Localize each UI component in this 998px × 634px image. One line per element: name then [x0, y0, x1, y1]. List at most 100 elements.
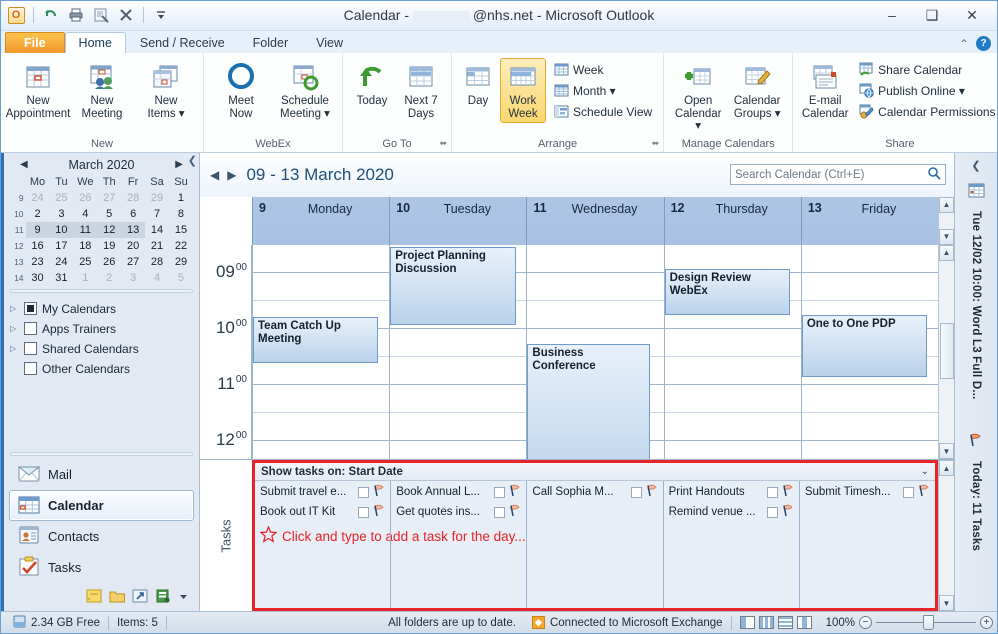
minical-day[interactable]: 22 [169, 238, 193, 254]
minical-day[interactable]: 17 [49, 238, 73, 254]
task-complete-checkbox[interactable] [766, 486, 778, 498]
minical-day[interactable]: 26 [73, 190, 97, 206]
calendar-view-icon[interactable] [758, 616, 774, 629]
task-row[interactable]: Call Sophia M... [527, 482, 662, 502]
minical-week-number[interactable]: 13 [10, 254, 26, 270]
minical-day[interactable]: 27 [97, 190, 121, 206]
folder-list-icon[interactable] [109, 589, 126, 607]
open-calendar-button[interactable]: Open Calendar ▾ [670, 58, 726, 136]
task-row[interactable]: Submit travel e... [255, 482, 390, 502]
minimize-ribbon-icon[interactable]: ⌃ [959, 37, 969, 51]
calendar-group-row[interactable]: ▷ Apps Trainers [10, 319, 199, 339]
minical-day[interactable]: 28 [121, 190, 145, 206]
day-column[interactable]: Team Catch Up Meeting [252, 244, 390, 459]
work-week-button[interactable]: Work Week [500, 58, 546, 123]
flag-icon[interactable] [645, 484, 660, 501]
task-row[interactable]: Book Annual L... [391, 482, 526, 502]
appointment-block[interactable]: Business Conference [527, 343, 650, 459]
minical-day[interactable]: 29 [145, 190, 169, 206]
minical-week-number[interactable]: 10 [10, 206, 26, 222]
minical-day[interactable]: 25 [49, 190, 73, 206]
normal-view-icon[interactable] [739, 616, 755, 629]
minical-week-number[interactable]: 14 [10, 270, 26, 286]
day-column[interactable]: One to One PDP [800, 244, 939, 459]
tab-home[interactable]: Home [64, 32, 126, 53]
goto-dialog-launcher[interactable]: ⬌ [439, 138, 447, 149]
minical-day[interactable]: 1 [169, 190, 193, 206]
calendar-group-row[interactable]: Other Calendars [10, 359, 199, 379]
new-items-button[interactable]: New Items ▾ [135, 58, 197, 123]
flag-icon[interactable] [372, 504, 387, 521]
task-pane-scrollbar[interactable]: ▲ ▼ [938, 460, 954, 611]
minical-day[interactable]: 1 [73, 270, 97, 286]
flag-icon[interactable] [508, 484, 523, 501]
minical-day[interactable]: 2 [97, 270, 121, 286]
week-view-button[interactable]: Week [548, 59, 657, 80]
module-button-calendar[interactable]: Calendar [9, 490, 194, 521]
help-icon[interactable]: ? [976, 36, 991, 51]
day-view-button[interactable]: Day [458, 58, 498, 111]
flag-icon[interactable] [372, 484, 387, 501]
appointment-block[interactable]: Design Review WebEx [664, 268, 790, 315]
day-column[interactable]: Project Planning Discussion [389, 244, 527, 459]
expander-icon[interactable]: ▷ [10, 304, 19, 313]
configure-buttons-icon[interactable] [155, 589, 172, 607]
minical-day[interactable]: 21 [145, 238, 169, 254]
schedule-meeting-button[interactable]: Schedule Meeting ▾ [274, 58, 336, 123]
minical-week-number[interactable]: 9 [10, 190, 26, 206]
meet-now-button[interactable]: Meet Now [210, 58, 272, 123]
calendar-permissions-button[interactable]: Calendar Permissions [853, 101, 998, 122]
search-calendar-input[interactable]: Search Calendar (Ctrl+E) [730, 164, 946, 185]
new-meeting-button[interactable]: New Meeting [71, 58, 133, 123]
chevron-down-icon[interactable]: ⌄ [921, 466, 929, 477]
calendar-checkbox[interactable] [24, 322, 37, 335]
calendar-scroll-up-icon[interactable]: ▲ [939, 244, 954, 261]
minical-day[interactable]: 27 [121, 254, 145, 270]
day-header[interactable]: 11 Wednesday [526, 196, 664, 245]
task-complete-checkbox[interactable] [358, 486, 370, 498]
list-view-icon[interactable] [777, 616, 793, 629]
minical-day[interactable]: 3 [49, 206, 73, 222]
day-header[interactable]: 12 Thursday [663, 196, 801, 245]
maximize-button[interactable]: ❑ [913, 3, 951, 27]
day-header[interactable]: 13 Friday [800, 196, 939, 245]
todo-bar-task-count[interactable]: Today: 11 Tasks [970, 461, 982, 551]
calendar-groups-button[interactable]: Calendar Groups ▾ [728, 58, 786, 123]
minical-day[interactable]: 5 [169, 270, 193, 286]
module-button-tasks[interactable]: Tasks [9, 552, 194, 583]
minical-day[interactable]: 29 [169, 254, 193, 270]
tab-view[interactable]: View [302, 32, 357, 53]
calendar-scroll-down-icon[interactable]: ▼ [939, 443, 954, 459]
zoom-slider-track[interactable] [876, 615, 976, 630]
calendar-checkbox[interactable] [24, 342, 37, 355]
flag-icon[interactable] [781, 484, 796, 501]
zoom-in-button[interactable]: + [980, 616, 993, 629]
allday-scroll-up-icon[interactable]: ▲ [939, 196, 954, 213]
minical-day[interactable]: 3 [121, 270, 145, 286]
task-complete-checkbox[interactable] [494, 486, 506, 498]
task-complete-checkbox[interactable] [358, 506, 370, 518]
appointment-block[interactable]: Project Planning Discussion [390, 246, 516, 325]
todo-bar-next-appointment[interactable]: Tue 12/02 10:00: Word L3 Full D... [970, 211, 982, 400]
task-row[interactable]: Remind venue ... [664, 502, 799, 522]
appointment-block[interactable]: One to One PDP [801, 314, 928, 377]
day-column[interactable]: Design Review WebEx [663, 244, 801, 459]
publish-online-button[interactable]: Publish Online ▾ [853, 80, 998, 101]
task-scroll-down-icon[interactable]: ▼ [939, 595, 954, 611]
calendar-checkbox[interactable] [24, 302, 37, 315]
minical-day[interactable]: 13 [121, 221, 146, 238]
module-button-contacts[interactable]: Contacts [9, 521, 194, 552]
calendar-group-row[interactable]: ▷ Shared Calendars [10, 339, 199, 359]
minical-day[interactable]: 31 [49, 270, 73, 286]
arrange-dialog-launcher[interactable]: ⬌ [652, 138, 660, 149]
day-header[interactable]: 9 Monday [252, 196, 390, 245]
overflow-icon[interactable] [178, 591, 189, 605]
day-column[interactable]: Business Conference [526, 244, 664, 459]
minical-day[interactable]: 16 [26, 238, 50, 254]
expander-icon[interactable]: ▷ [10, 344, 19, 353]
email-calendar-button[interactable]: E-mail Calendar [799, 58, 851, 123]
task-row[interactable]: Print Handouts [664, 482, 799, 502]
minical-day[interactable]: 28 [145, 254, 169, 270]
minical-next-button[interactable]: ▶ [175, 159, 183, 170]
calendar-scroll-thumb[interactable] [939, 322, 954, 379]
